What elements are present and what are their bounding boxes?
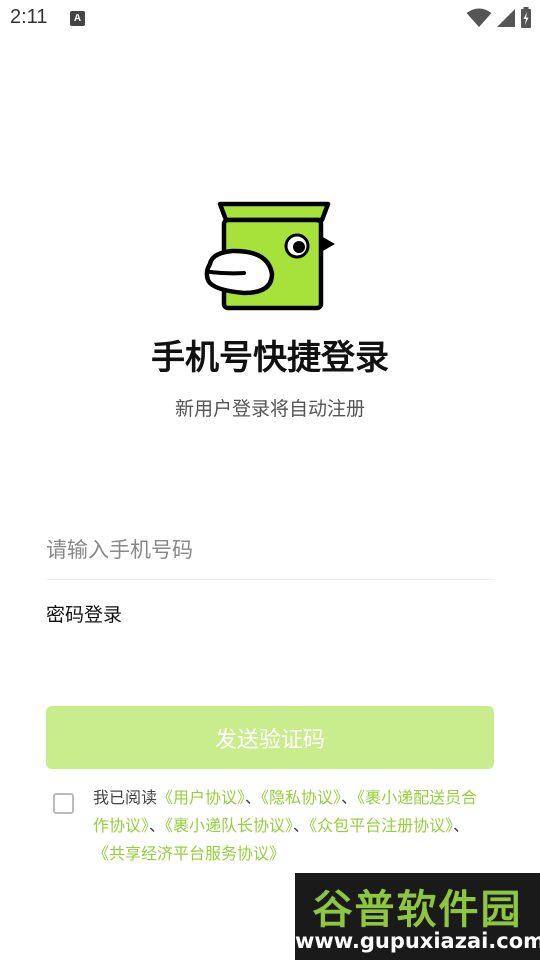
- status-time: 2:11: [10, 6, 48, 28]
- user-agreement-link[interactable]: 《用户协议》: [157, 788, 245, 807]
- status-bar: 2:11 A: [0, 0, 540, 36]
- notification-a-icon: A: [70, 11, 85, 26]
- separator: 、: [341, 788, 358, 807]
- page-title: 手机号快捷登录: [151, 338, 389, 378]
- agreement-text: 我已阅读《用户协议》、《隐私协议》、《裹小递配送员合作协议》、《裹小递队长协议》…: [93, 784, 493, 868]
- page-subtitle: 新用户登录将自动注册: [174, 398, 365, 420]
- phone-number-input[interactable]: [46, 520, 494, 580]
- sharing-economy-service-agreement-link[interactable]: 《共享经济平台服务协议》: [93, 844, 285, 863]
- agreement-checkbox[interactable]: [53, 793, 74, 814]
- watermark-url: www.gupuxiazai.com: [295, 929, 540, 953]
- watermark-title: 谷普软件园: [312, 887, 523, 933]
- battery-icon: [521, 7, 531, 28]
- separator: 、: [149, 816, 166, 835]
- password-login-link[interactable]: 密码登录: [46, 600, 122, 627]
- crowdsourcing-registration-agreement-link[interactable]: 《众包平台注册协议》: [309, 816, 453, 835]
- separator: 、: [453, 816, 470, 835]
- app-logo: [204, 201, 335, 311]
- wifi-icon: [466, 8, 492, 27]
- team-leader-agreement-link[interactable]: 《裹小递队长协议》: [165, 816, 293, 835]
- separator: 、: [293, 816, 310, 835]
- cell-signal-icon: [497, 9, 515, 27]
- privacy-agreement-link[interactable]: 《隐私协议》: [261, 788, 341, 807]
- status-icons: [466, 7, 532, 29]
- send-verification-code-button[interactable]: 发送验证码: [46, 706, 494, 769]
- agreement-prefix: 我已阅读: [93, 788, 158, 807]
- separator: 、: [245, 788, 262, 807]
- watermark: 谷普软件园 www.gupuxiazai.com: [295, 873, 540, 960]
